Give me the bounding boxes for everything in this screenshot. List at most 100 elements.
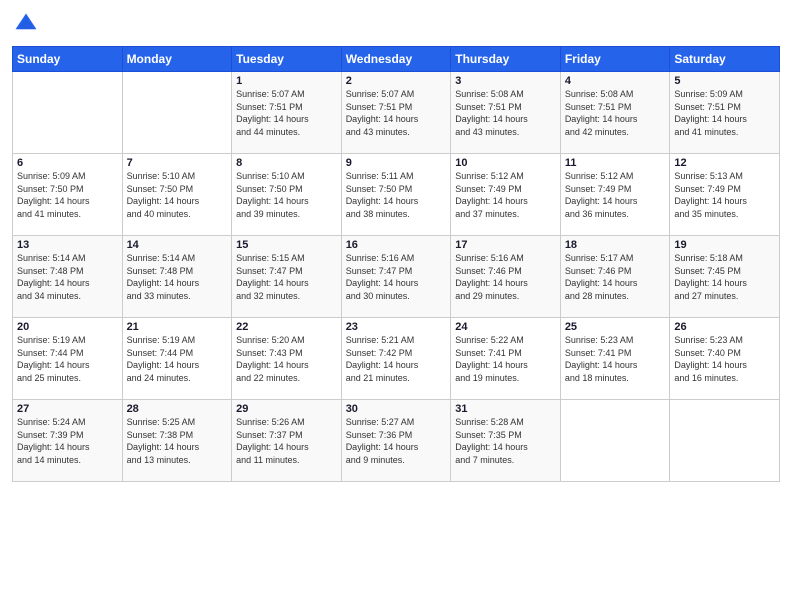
day-info: Sunrise: 5:20 AM Sunset: 7:43 PM Dayligh…: [236, 334, 337, 384]
calendar-cell: 3Sunrise: 5:08 AM Sunset: 7:51 PM Daylig…: [451, 72, 561, 154]
calendar-body: 1Sunrise: 5:07 AM Sunset: 7:51 PM Daylig…: [13, 72, 780, 482]
calendar-cell: 20Sunrise: 5:19 AM Sunset: 7:44 PM Dayli…: [13, 318, 123, 400]
day-number: 22: [236, 321, 337, 333]
day-number: 8: [236, 157, 337, 169]
day-number: 2: [346, 75, 447, 87]
weekday-header-tuesday: Tuesday: [232, 47, 342, 72]
day-number: 17: [455, 239, 556, 251]
calendar-cell: 29Sunrise: 5:26 AM Sunset: 7:37 PM Dayli…: [232, 400, 342, 482]
calendar-cell: 2Sunrise: 5:07 AM Sunset: 7:51 PM Daylig…: [341, 72, 451, 154]
calendar-cell: 25Sunrise: 5:23 AM Sunset: 7:41 PM Dayli…: [560, 318, 670, 400]
day-number: 6: [17, 157, 118, 169]
day-info: Sunrise: 5:07 AM Sunset: 7:51 PM Dayligh…: [236, 88, 337, 138]
day-info: Sunrise: 5:08 AM Sunset: 7:51 PM Dayligh…: [565, 88, 666, 138]
day-number: 13: [17, 239, 118, 251]
calendar-cell: [122, 72, 232, 154]
calendar-week-3: 13Sunrise: 5:14 AM Sunset: 7:48 PM Dayli…: [13, 236, 780, 318]
day-number: 25: [565, 321, 666, 333]
day-info: Sunrise: 5:28 AM Sunset: 7:35 PM Dayligh…: [455, 416, 556, 466]
day-info: Sunrise: 5:13 AM Sunset: 7:49 PM Dayligh…: [674, 170, 775, 220]
calendar-cell: 21Sunrise: 5:19 AM Sunset: 7:44 PM Dayli…: [122, 318, 232, 400]
day-info: Sunrise: 5:11 AM Sunset: 7:50 PM Dayligh…: [346, 170, 447, 220]
calendar-cell: 19Sunrise: 5:18 AM Sunset: 7:45 PM Dayli…: [670, 236, 780, 318]
weekday-header-friday: Friday: [560, 47, 670, 72]
day-number: 26: [674, 321, 775, 333]
calendar-cell: 22Sunrise: 5:20 AM Sunset: 7:43 PM Dayli…: [232, 318, 342, 400]
calendar-cell: 16Sunrise: 5:16 AM Sunset: 7:47 PM Dayli…: [341, 236, 451, 318]
day-number: 31: [455, 403, 556, 415]
day-number: 20: [17, 321, 118, 333]
calendar-cell: 14Sunrise: 5:14 AM Sunset: 7:48 PM Dayli…: [122, 236, 232, 318]
day-number: 16: [346, 239, 447, 251]
calendar-cell: 31Sunrise: 5:28 AM Sunset: 7:35 PM Dayli…: [451, 400, 561, 482]
calendar-cell: 26Sunrise: 5:23 AM Sunset: 7:40 PM Dayli…: [670, 318, 780, 400]
day-info: Sunrise: 5:14 AM Sunset: 7:48 PM Dayligh…: [17, 252, 118, 302]
day-info: Sunrise: 5:09 AM Sunset: 7:51 PM Dayligh…: [674, 88, 775, 138]
weekday-header-monday: Monday: [122, 47, 232, 72]
day-info: Sunrise: 5:15 AM Sunset: 7:47 PM Dayligh…: [236, 252, 337, 302]
calendar-week-5: 27Sunrise: 5:24 AM Sunset: 7:39 PM Dayli…: [13, 400, 780, 482]
calendar-cell: 7Sunrise: 5:10 AM Sunset: 7:50 PM Daylig…: [122, 154, 232, 236]
weekday-header-wednesday: Wednesday: [341, 47, 451, 72]
calendar-cell: 15Sunrise: 5:15 AM Sunset: 7:47 PM Dayli…: [232, 236, 342, 318]
calendar-cell: 24Sunrise: 5:22 AM Sunset: 7:41 PM Dayli…: [451, 318, 561, 400]
calendar-cell: 6Sunrise: 5:09 AM Sunset: 7:50 PM Daylig…: [13, 154, 123, 236]
calendar-cell: 17Sunrise: 5:16 AM Sunset: 7:46 PM Dayli…: [451, 236, 561, 318]
day-info: Sunrise: 5:23 AM Sunset: 7:40 PM Dayligh…: [674, 334, 775, 384]
day-info: Sunrise: 5:21 AM Sunset: 7:42 PM Dayligh…: [346, 334, 447, 384]
day-number: 10: [455, 157, 556, 169]
day-info: Sunrise: 5:17 AM Sunset: 7:46 PM Dayligh…: [565, 252, 666, 302]
calendar-cell: 13Sunrise: 5:14 AM Sunset: 7:48 PM Dayli…: [13, 236, 123, 318]
day-number: 19: [674, 239, 775, 251]
day-number: 30: [346, 403, 447, 415]
calendar-week-1: 1Sunrise: 5:07 AM Sunset: 7:51 PM Daylig…: [13, 72, 780, 154]
day-number: 27: [17, 403, 118, 415]
calendar-cell: 12Sunrise: 5:13 AM Sunset: 7:49 PM Dayli…: [670, 154, 780, 236]
weekday-header-saturday: Saturday: [670, 47, 780, 72]
calendar-cell: 8Sunrise: 5:10 AM Sunset: 7:50 PM Daylig…: [232, 154, 342, 236]
calendar-cell: 4Sunrise: 5:08 AM Sunset: 7:51 PM Daylig…: [560, 72, 670, 154]
day-info: Sunrise: 5:09 AM Sunset: 7:50 PM Dayligh…: [17, 170, 118, 220]
day-number: 24: [455, 321, 556, 333]
calendar-cell: 27Sunrise: 5:24 AM Sunset: 7:39 PM Dayli…: [13, 400, 123, 482]
day-number: 12: [674, 157, 775, 169]
day-number: 28: [127, 403, 228, 415]
calendar-cell: 30Sunrise: 5:27 AM Sunset: 7:36 PM Dayli…: [341, 400, 451, 482]
weekday-header-row: SundayMondayTuesdayWednesdayThursdayFrid…: [13, 47, 780, 72]
day-info: Sunrise: 5:12 AM Sunset: 7:49 PM Dayligh…: [455, 170, 556, 220]
day-info: Sunrise: 5:22 AM Sunset: 7:41 PM Dayligh…: [455, 334, 556, 384]
calendar-cell: [670, 400, 780, 482]
calendar-table: SundayMondayTuesdayWednesdayThursdayFrid…: [12, 46, 780, 482]
day-info: Sunrise: 5:27 AM Sunset: 7:36 PM Dayligh…: [346, 416, 447, 466]
day-info: Sunrise: 5:08 AM Sunset: 7:51 PM Dayligh…: [455, 88, 556, 138]
calendar-cell: 10Sunrise: 5:12 AM Sunset: 7:49 PM Dayli…: [451, 154, 561, 236]
logo-icon: [12, 10, 40, 38]
day-info: Sunrise: 5:18 AM Sunset: 7:45 PM Dayligh…: [674, 252, 775, 302]
header: [12, 10, 780, 38]
day-number: 1: [236, 75, 337, 87]
day-number: 21: [127, 321, 228, 333]
day-info: Sunrise: 5:07 AM Sunset: 7:51 PM Dayligh…: [346, 88, 447, 138]
day-number: 14: [127, 239, 228, 251]
page-container: SundayMondayTuesdayWednesdayThursdayFrid…: [0, 0, 792, 612]
calendar-cell: 1Sunrise: 5:07 AM Sunset: 7:51 PM Daylig…: [232, 72, 342, 154]
day-info: Sunrise: 5:10 AM Sunset: 7:50 PM Dayligh…: [236, 170, 337, 220]
day-info: Sunrise: 5:23 AM Sunset: 7:41 PM Dayligh…: [565, 334, 666, 384]
weekday-header-thursday: Thursday: [451, 47, 561, 72]
day-info: Sunrise: 5:12 AM Sunset: 7:49 PM Dayligh…: [565, 170, 666, 220]
day-number: 23: [346, 321, 447, 333]
day-info: Sunrise: 5:14 AM Sunset: 7:48 PM Dayligh…: [127, 252, 228, 302]
day-number: 18: [565, 239, 666, 251]
calendar-cell: [560, 400, 670, 482]
calendar-cell: [13, 72, 123, 154]
day-info: Sunrise: 5:19 AM Sunset: 7:44 PM Dayligh…: [127, 334, 228, 384]
day-info: Sunrise: 5:10 AM Sunset: 7:50 PM Dayligh…: [127, 170, 228, 220]
day-info: Sunrise: 5:25 AM Sunset: 7:38 PM Dayligh…: [127, 416, 228, 466]
day-number: 9: [346, 157, 447, 169]
weekday-header-sunday: Sunday: [13, 47, 123, 72]
calendar-cell: 9Sunrise: 5:11 AM Sunset: 7:50 PM Daylig…: [341, 154, 451, 236]
day-info: Sunrise: 5:16 AM Sunset: 7:47 PM Dayligh…: [346, 252, 447, 302]
day-info: Sunrise: 5:16 AM Sunset: 7:46 PM Dayligh…: [455, 252, 556, 302]
calendar-cell: 23Sunrise: 5:21 AM Sunset: 7:42 PM Dayli…: [341, 318, 451, 400]
calendar-cell: 5Sunrise: 5:09 AM Sunset: 7:51 PM Daylig…: [670, 72, 780, 154]
